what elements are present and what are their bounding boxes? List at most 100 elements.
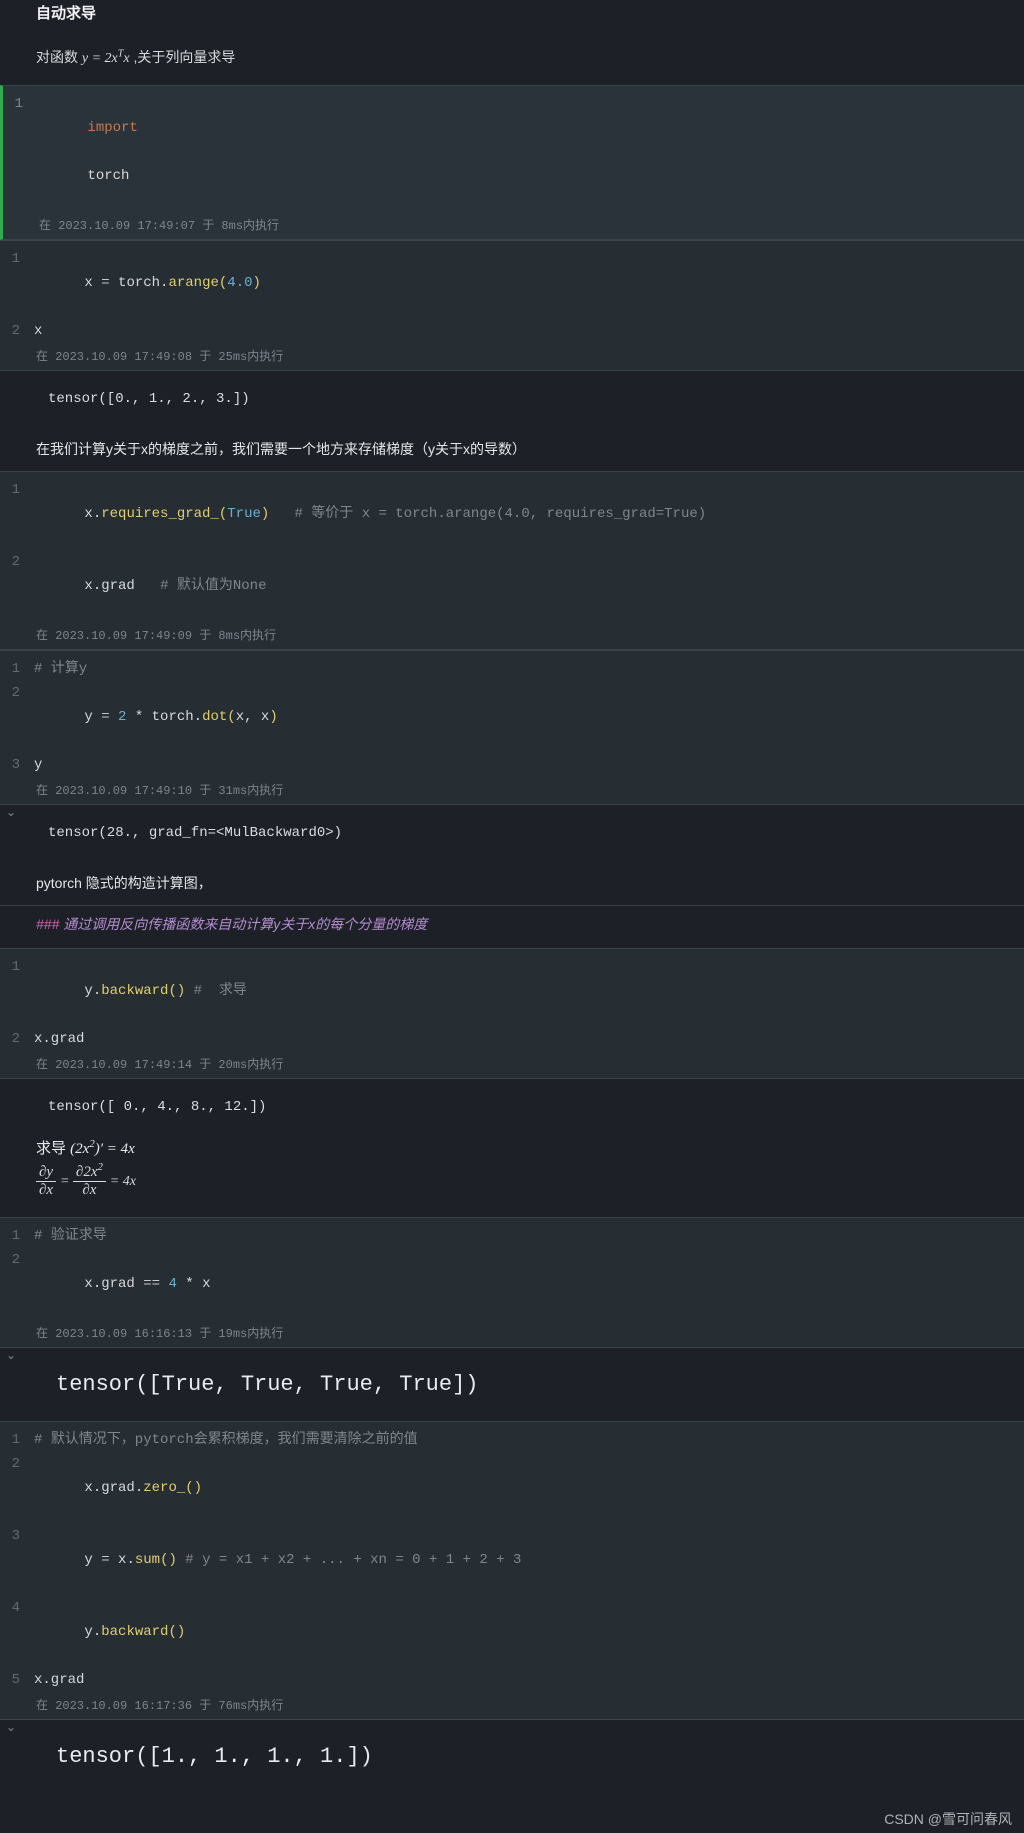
line-number: 5: [0, 1668, 28, 1692]
code-func: backward: [101, 1624, 168, 1640]
code-text: y: [28, 753, 1024, 777]
exec-timestamp: 在 2023.10.09 17:49:14 于 20ms内执行: [0, 1051, 1024, 1078]
code-text: ): [253, 275, 261, 291]
line-number: 1: [0, 955, 28, 1027]
code-bool: True: [227, 506, 261, 522]
code-text: (: [168, 1624, 176, 1640]
exec-timestamp: 在 2023.10.09 17:49:09 于 8ms内执行: [0, 622, 1024, 649]
exec-timestamp: 在 2023.10.09 17:49:10 于 31ms内执行: [0, 777, 1024, 804]
chevron-down-icon[interactable]: ⌄: [6, 1348, 16, 1362]
line-number: 1: [0, 657, 28, 681]
code-text: x.: [84, 506, 101, 522]
line-number: 1: [0, 1428, 28, 1452]
line-number: 2: [0, 319, 28, 343]
code-text: ): [168, 1552, 176, 1568]
code-text: ): [269, 709, 277, 725]
code-func: requires_grad_: [101, 506, 219, 522]
code-cell-6[interactable]: 1 # 验证求导 2 x.grad == 4 * x 在 2023.10.09 …: [0, 1217, 1024, 1348]
intro-pre: 对函数: [36, 49, 82, 65]
exec-timestamp: 在 2023.10.09 16:17:36 于 76ms内执行: [0, 1692, 1024, 1719]
line-number: 1: [3, 92, 31, 212]
code-func: backward: [101, 983, 168, 999]
paragraph-2: pytorch 隐式的构造计算图，: [0, 861, 1024, 905]
line-number: 3: [0, 1524, 28, 1596]
intro-expr: y = 2xTx: [82, 51, 130, 66]
code-cell-2[interactable]: 1 x = torch.arange(4.0) 2 x 在 2023.10.09…: [0, 240, 1024, 371]
code-func: sum: [135, 1552, 160, 1568]
code-text: =: [101, 1552, 118, 1568]
code-text: y.: [84, 983, 101, 999]
code-text: x.grad: [28, 1668, 1024, 1692]
code-text: x.grad: [28, 1027, 1024, 1051]
code-comment: # 默认情况下，pytorch会累积梯度，我们需要清除之前的值: [34, 1432, 418, 1448]
cell-output-1: tensor([0., 1., 2., 3.]): [0, 371, 1024, 427]
code-cell-3[interactable]: 1 x.requires_grad_(True) # 等价于 x = torch…: [0, 471, 1024, 650]
line-number: 2: [0, 550, 28, 622]
code-func: dot: [202, 709, 227, 725]
chevron-down-icon[interactable]: ⌄: [6, 1720, 16, 1734]
code-comment: # 求导: [194, 983, 247, 999]
code-text: ==: [143, 1276, 168, 1292]
code-comment: # y = x1 + x2 + ... + xn = 0 + 1 + 2 + 3: [185, 1552, 521, 1568]
code-cell-4[interactable]: 1 # 计算y 2 y = 2 * torch.dot(x, x) 3 y 在 …: [0, 650, 1024, 805]
code-text: [135, 578, 160, 594]
code-comment: # 等价于 x = torch.arange(4.0, requires_gra…: [295, 506, 707, 522]
watermark: CSDN @雪可问春风: [884, 1809, 1012, 1829]
keyword-import: import: [87, 120, 137, 136]
code-text: =: [101, 275, 118, 291]
code-text: x: [28, 319, 1024, 343]
intro-post: ,关于列向量求导: [133, 49, 235, 65]
code-cell-1[interactable]: 1 import torch 在 2023.10.09 17:49:07 于 8…: [0, 85, 1024, 240]
cell-output-3: tensor([ 0., 4., 8., 12.]): [0, 1079, 1024, 1135]
line-number: 2: [0, 681, 28, 753]
code-text: (: [185, 1480, 193, 1496]
line-number: 1: [0, 478, 28, 550]
code-text: (: [219, 506, 227, 522]
code-text: * torch.: [126, 709, 202, 725]
paragraph-1: 在我们计算y关于x的梯度之前，我们需要一个地方来存储梯度（y关于x的导数）: [0, 427, 1024, 471]
cell-output-2: tensor(28., grad_fn=<MulBackward0>): [0, 805, 1024, 861]
code-text: y: [84, 709, 101, 725]
code-text: [185, 983, 193, 999]
intro-text: 对函数 y = 2xTx ,关于列向量求导: [0, 41, 1024, 85]
code-text: x.grad: [84, 578, 134, 594]
cell-output-4: tensor([True, True, True, True]): [0, 1348, 1024, 1421]
line-number: 4: [0, 1596, 28, 1668]
math-block-2: ∂y∂x = ∂2x2∂x = 4x: [0, 1160, 1024, 1217]
math-block: 求导 (2x2)′ = 4x: [0, 1135, 1024, 1160]
code-func: zero_: [143, 1480, 185, 1496]
exec-timestamp: 在 2023.10.09 17:49:08 于 25ms内执行: [0, 343, 1024, 370]
code-text: x.: [118, 1552, 135, 1568]
code-text: (: [168, 983, 176, 999]
line-number: 2: [0, 1452, 28, 1524]
md-text: 通过调用反向传播函数来自动计算y关于x的每个分量的梯度: [59, 916, 427, 932]
code-text: ): [177, 1624, 185, 1640]
line-number: 2: [0, 1027, 28, 1051]
code-text: x.grad: [84, 1276, 143, 1292]
code-text: * x: [177, 1276, 211, 1292]
code-text: torch.: [118, 275, 168, 291]
math-label: 求导: [36, 1140, 70, 1157]
code-text: [269, 506, 294, 522]
line-number: 3: [0, 753, 28, 777]
code-text: (: [227, 709, 235, 725]
code-text: x.grad.: [84, 1480, 143, 1496]
code-comment: # 验证求导: [34, 1228, 107, 1244]
code-cell-7[interactable]: 1 # 默认情况下，pytorch会累积梯度，我们需要清除之前的值 2 x.gr…: [0, 1421, 1024, 1720]
cell-output-5: tensor([1., 1., 1., 1.]): [0, 1720, 1024, 1793]
code-text: ): [177, 983, 185, 999]
code-text: x: [84, 275, 101, 291]
exec-timestamp: 在 2023.10.09 16:16:13 于 19ms内执行: [0, 1320, 1024, 1347]
module-name: torch: [87, 168, 129, 184]
code-text: x, x: [236, 709, 270, 725]
md-hash: ###: [36, 916, 59, 932]
code-text: y: [84, 1552, 101, 1568]
exec-timestamp: 在 2023.10.09 17:49:07 于 8ms内执行: [3, 212, 1024, 239]
code-func: arange: [168, 275, 218, 291]
code-comment: # 默认值为None: [160, 578, 266, 594]
code-text: ): [194, 1480, 202, 1496]
line-number: 2: [0, 1248, 28, 1320]
code-comment: # 计算y: [34, 661, 87, 677]
chevron-down-icon[interactable]: ⌄: [6, 805, 16, 819]
code-cell-5[interactable]: 1 y.backward() # 求导 2 x.grad 在 2023.10.0…: [0, 948, 1024, 1079]
